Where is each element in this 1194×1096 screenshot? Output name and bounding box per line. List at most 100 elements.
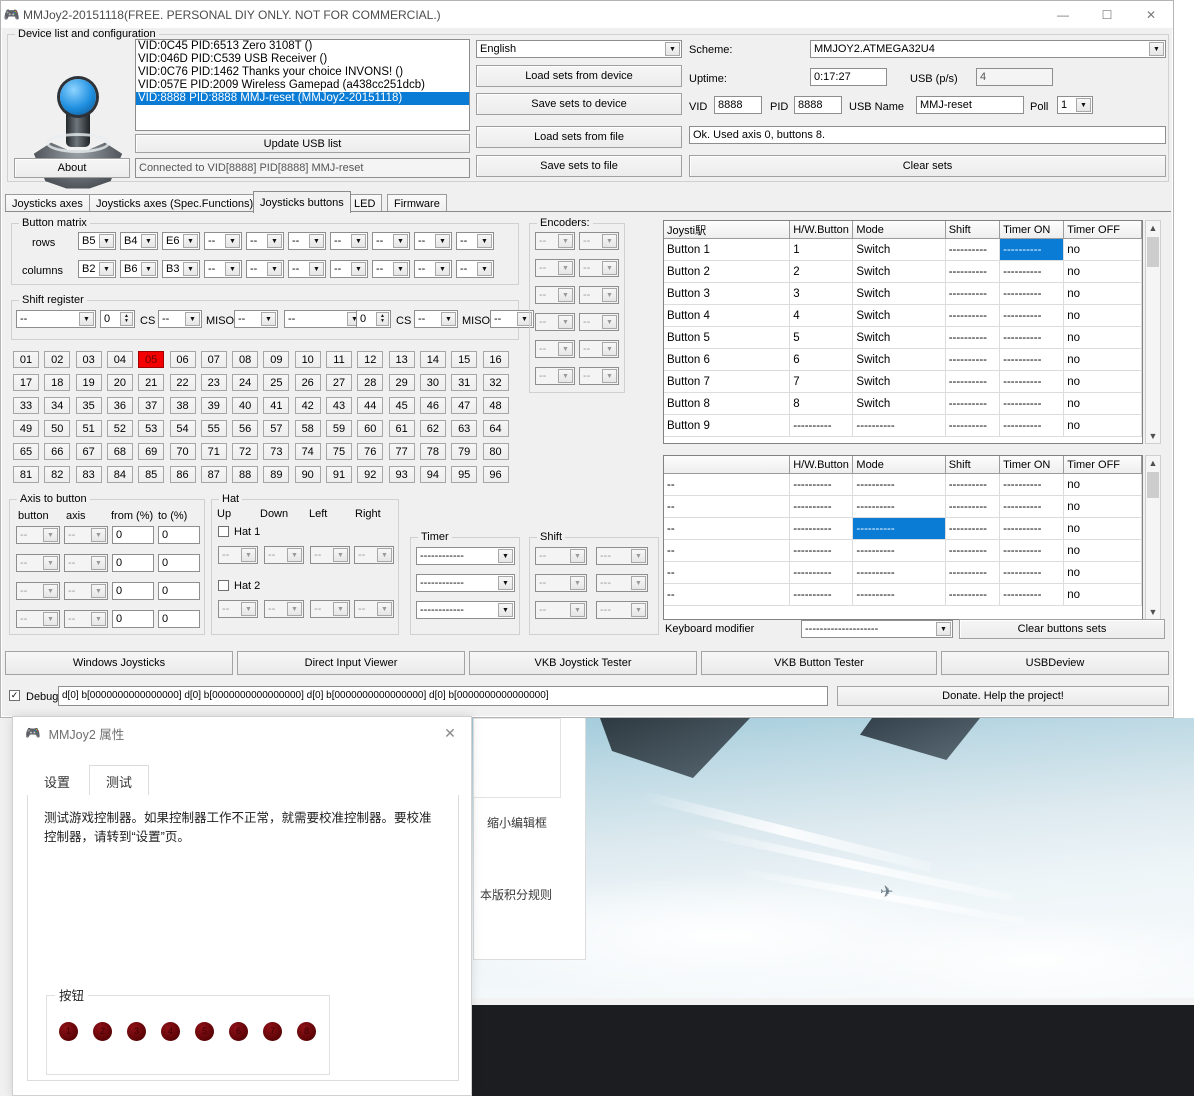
keypad-cell-49[interactable]: 49: [13, 420, 39, 437]
cell-hw[interactable]: ----------: [790, 562, 854, 584]
cell-name[interactable]: Button 1: [664, 239, 791, 261]
chevron-down-icon[interactable]: ▼: [79, 312, 94, 326]
about-button[interactable]: About: [14, 158, 130, 178]
logical-buttons-table[interactable]: H/W.Button Mode Shift Timer ON Timer OFF…: [663, 455, 1143, 620]
table-row[interactable]: -- ---------- ---------- ---------- --------…: [664, 496, 1142, 518]
cell-hw[interactable]: ----------: [790, 474, 854, 496]
a2b-button-2[interactable]: -- ▼: [16, 582, 60, 600]
table-row[interactable]: -- ---------- ---------- ---------- --------…: [664, 540, 1142, 562]
cell-name[interactable]: --: [664, 562, 791, 584]
scheme-combo[interactable]: MMJOY2.ATMEGA32U4 ▼: [810, 40, 1166, 58]
matrix-col-5[interactable]: -- ▼: [288, 260, 326, 278]
keypad-cell-74[interactable]: 74: [294, 443, 321, 460]
a2b-from-2[interactable]: 0: [112, 582, 154, 600]
keypad-cell-29[interactable]: 29: [388, 374, 415, 391]
chevron-down-icon[interactable]: ▼: [602, 288, 617, 302]
keypad-cell-59[interactable]: 59: [326, 420, 352, 437]
keypad-cell-06[interactable]: 06: [169, 351, 196, 368]
save-sets-to-device-button[interactable]: Save sets to device: [476, 93, 682, 115]
cell-hw[interactable]: 4: [790, 305, 854, 327]
chevron-down-icon[interactable]: ▼: [558, 369, 573, 383]
chevron-down-icon[interactable]: ▼: [141, 234, 156, 248]
keypad-cell-85[interactable]: 85: [138, 466, 165, 483]
a2b-from-0[interactable]: 0: [112, 526, 154, 544]
chevron-down-icon[interactable]: ▼: [1076, 98, 1091, 112]
matrix-row-0[interactable]: B5 ▼: [78, 232, 116, 250]
scrollbar-thumb[interactable]: [1147, 472, 1159, 498]
chevron-down-icon[interactable]: ▼: [377, 548, 392, 562]
keypad-cell-70[interactable]: 70: [169, 443, 196, 460]
keypad-cell-20[interactable]: 20: [106, 374, 133, 391]
cell-timer_off[interactable]: no: [1064, 415, 1142, 437]
keypad-cell-53[interactable]: 53: [138, 420, 165, 437]
keypad-cell-38[interactable]: 38: [169, 397, 196, 414]
cell-timer_on[interactable]: ----------: [1000, 327, 1065, 349]
keypad-cell-27[interactable]: 27: [326, 374, 352, 391]
cell-mode[interactable]: Switch: [853, 393, 946, 415]
keypad-cell-73[interactable]: 73: [263, 443, 290, 460]
chevron-down-icon[interactable]: ▼: [91, 584, 106, 598]
chevron-down-icon[interactable]: ▼: [241, 548, 256, 562]
matrix-col-1[interactable]: B6 ▼: [120, 260, 158, 278]
chevron-down-icon[interactable]: ▼: [91, 612, 106, 626]
tab-joysticks-axes[interactable]: Joysticks axes: [5, 194, 90, 212]
keypad-cell-88[interactable]: 88: [232, 466, 259, 483]
keypad-cell-95[interactable]: 95: [451, 466, 478, 483]
keypad-cell-64[interactable]: 64: [482, 420, 509, 437]
keypad-cell-75[interactable]: 75: [326, 443, 352, 460]
a2b-to-0[interactable]: 0: [158, 526, 200, 544]
cell-shift[interactable]: ----------: [945, 518, 1001, 540]
matrix-col-2[interactable]: B3 ▼: [162, 260, 200, 278]
cell-shift[interactable]: ----------: [945, 496, 1001, 518]
keypad-cell-14[interactable]: 14: [419, 351, 446, 368]
keypad-cell-71[interactable]: 71: [200, 443, 227, 460]
th-hw-button[interactable]: H/W.Button: [790, 221, 854, 239]
chevron-down-icon[interactable]: ▼: [570, 549, 585, 563]
keypad-cell-96[interactable]: 96: [482, 466, 509, 483]
cell-name[interactable]: Button 2: [664, 261, 791, 283]
cell-name[interactable]: --: [664, 540, 791, 562]
spinner-icon[interactable]: ▲ ▼: [376, 312, 389, 326]
scroll-up-icon[interactable]: ▲: [1149, 456, 1158, 470]
cell-name[interactable]: Button 8: [664, 393, 791, 415]
shift-b-0-1[interactable]: --- ▼: [596, 547, 648, 565]
cell-timer_on[interactable]: ----------: [1000, 540, 1065, 562]
matrix-row-6[interactable]: -- ▼: [330, 232, 368, 250]
th-joystick[interactable]: Joysti駅: [664, 221, 791, 239]
list-item[interactable]: VID:0C76 PID:1462 Thanks your choice INV…: [136, 66, 469, 79]
shift-reg-pin-1[interactable]: -- ▼: [284, 310, 364, 328]
chevron-down-icon[interactable]: ▼: [393, 262, 408, 276]
logical-table-scrollbar[interactable]: ▲ ▼: [1145, 455, 1161, 620]
keypad-cell-11[interactable]: 11: [326, 351, 352, 368]
tab-test[interactable]: 测试: [89, 765, 150, 799]
keypad-cell-05[interactable]: 05: [138, 351, 165, 368]
table-row[interactable]: Button 5 5 Switch ---------- ---------- no: [664, 327, 1142, 349]
cell-hw[interactable]: ----------: [790, 540, 854, 562]
keypad-cell-19[interactable]: 19: [75, 374, 102, 391]
cell-hw[interactable]: 7: [790, 371, 854, 393]
keypad-cell-18[interactable]: 18: [44, 374, 71, 391]
chevron-down-icon[interactable]: ▼: [602, 369, 617, 383]
chevron-down-icon[interactable]: ▼: [185, 312, 200, 326]
cell-timer_on[interactable]: ----------: [1000, 305, 1065, 327]
encoder-0-1[interactable]: -- ▼: [579, 232, 619, 250]
keypad-cell-04[interactable]: 04: [106, 351, 133, 368]
keypad-cell-93[interactable]: 93: [388, 466, 415, 483]
keypad-cell-40[interactable]: 40: [232, 397, 259, 414]
hat1-checkbox[interactable]: [218, 526, 229, 537]
keypad-cell-76[interactable]: 76: [357, 443, 384, 460]
keypad-cell-32[interactable]: 32: [482, 374, 509, 391]
chevron-down-icon[interactable]: ▼: [183, 262, 198, 276]
cell-shift[interactable]: ----------: [945, 474, 1001, 496]
cell-shift[interactable]: ----------: [945, 283, 1001, 305]
cell-timer_off[interactable]: no: [1064, 496, 1142, 518]
cell-name[interactable]: --: [664, 474, 791, 496]
keypad-cell-25[interactable]: 25: [263, 374, 290, 391]
chevron-down-icon[interactable]: ▼: [570, 603, 585, 617]
matrix-row-7[interactable]: -- ▼: [372, 232, 410, 250]
usb-name-field[interactable]: MMJ-reset: [916, 96, 1024, 114]
tab-joysticks-buttons[interactable]: Joysticks buttons: [253, 191, 351, 213]
cell-shift[interactable]: ----------: [945, 393, 1001, 415]
chevron-down-icon[interactable]: ▼: [377, 602, 392, 616]
keypad-cell-78[interactable]: 78: [419, 443, 446, 460]
